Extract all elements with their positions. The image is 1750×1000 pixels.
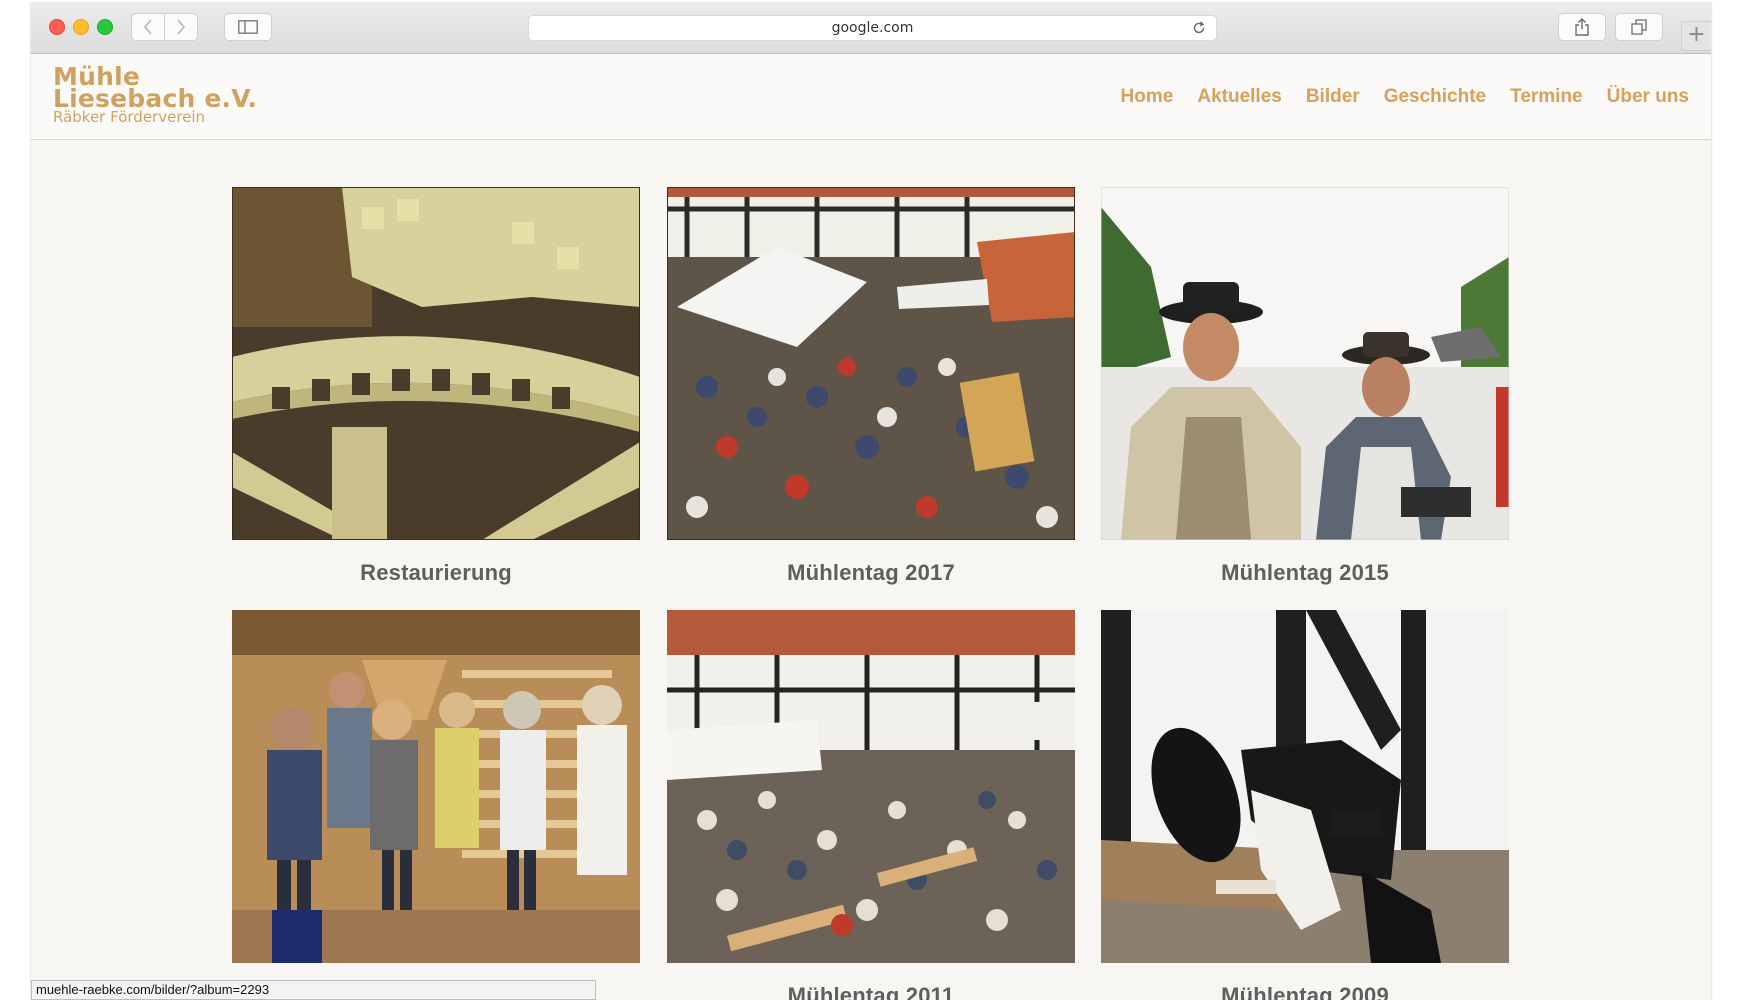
album-title[interactable]: Restaurierung [232, 560, 640, 586]
album-card-restaurierung[interactable]: Restaurierung [232, 187, 640, 586]
nav-geschichte[interactable]: Geschichte [1384, 86, 1486, 108]
main-nav: Home Aktuelles Bilder Geschichte Termine… [1097, 86, 1689, 108]
nav-ueber-uns[interactable]: Über uns [1607, 86, 1689, 108]
nav-termine[interactable]: Termine [1510, 86, 1583, 108]
album-card-muehlentag-2017[interactable]: Mühlentag 2017 [667, 187, 1075, 586]
album-card-muehlentag-2015[interactable]: Mühlentag 2015 [1101, 187, 1509, 586]
browser-toolbar: google.com + [31, 3, 1711, 54]
browser-window: google.com + Mühle Liesebach e.V. Räbker… [31, 3, 1711, 1000]
album-gallery: Restaurierung Mühlentag 2017 Mühlentag 2… [31, 140, 1711, 1000]
tabs-icon [1631, 19, 1647, 35]
album-thumbnail-crowd-courtyard[interactable] [667, 610, 1075, 963]
album-card-muehlentag-2009[interactable]: Mühlentag 2009 [1101, 610, 1509, 1000]
tab-overview-button[interactable] [1615, 13, 1663, 41]
share-icon [1575, 18, 1589, 36]
site-header: Mühle Liesebach e.V. Räbker Förderverein… [31, 54, 1711, 140]
album-thumbnail-tour-group[interactable] [232, 610, 640, 963]
new-tab-button[interactable]: + [1681, 21, 1711, 51]
album-thumbnail-men-with-hats[interactable] [1101, 187, 1509, 540]
album-thumbnail-crowd-tents[interactable] [667, 187, 1075, 540]
address-text: google.com [831, 20, 914, 36]
link-status-bar: muehle-raebke.com/bilder/?album=2293 [31, 980, 596, 1000]
nav-home[interactable]: Home [1121, 86, 1174, 108]
close-window-button[interactable] [49, 19, 65, 35]
minimize-window-button[interactable] [73, 19, 89, 35]
chevron-left-icon [143, 19, 152, 35]
back-button[interactable] [131, 13, 165, 41]
album-card-muehlentag-2011[interactable]: Mühlentag 2011 [667, 610, 1075, 1000]
nav-aktuelles[interactable]: Aktuelles [1197, 86, 1281, 108]
reload-icon[interactable] [1192, 21, 1206, 35]
sidebar-icon [238, 20, 258, 34]
sidebar-toggle-button[interactable] [224, 13, 272, 41]
album-title[interactable]: Mühlentag 2011 [667, 983, 1075, 1000]
album-title[interactable]: Mühlentag 2017 [667, 560, 1075, 586]
zoom-window-button[interactable] [97, 19, 113, 35]
address-bar[interactable]: google.com [528, 15, 1217, 41]
logo-title-line2: Liesebach e.V. [53, 84, 258, 113]
forward-button[interactable] [164, 13, 198, 41]
album-thumbnail-mill-gear[interactable] [232, 187, 640, 540]
site-logo[interactable]: Mühle Liesebach e.V. Räbker Förderverein [53, 64, 258, 125]
nav-bilder[interactable]: Bilder [1306, 86, 1360, 108]
album-title[interactable]: Mühlentag 2015 [1101, 560, 1509, 586]
album-title[interactable]: Mühlentag 2009 [1101, 983, 1509, 1000]
album-thumbnail-carpenter[interactable] [1101, 610, 1509, 963]
chevron-right-icon [177, 19, 186, 35]
share-button[interactable] [1558, 13, 1606, 41]
album-card-tour[interactable] [232, 610, 640, 983]
